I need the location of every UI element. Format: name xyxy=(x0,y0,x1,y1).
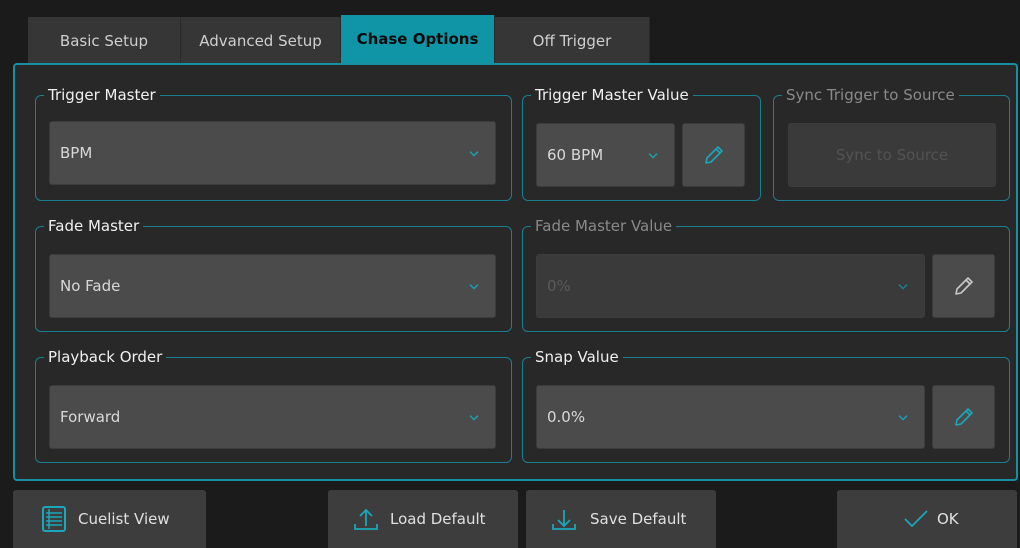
trigger-master-value: BPM xyxy=(60,144,93,162)
fade-master-value-group: Fade Master Value 0% xyxy=(522,216,1010,332)
load-default-label: Load Default xyxy=(390,510,486,528)
sync-trigger-group: Sync Trigger to Source Sync to Source xyxy=(773,85,1010,201)
playback-order-group: Playback Order Forward xyxy=(35,347,512,463)
download-icon xyxy=(552,510,576,530)
trigger-master-value-group: Trigger Master Value 60 BPM xyxy=(522,85,761,201)
chevron-down-icon xyxy=(469,151,479,157)
pencil-icon xyxy=(704,146,723,164)
trigger-master-select[interactable]: BPM xyxy=(49,121,496,185)
checkmark-icon xyxy=(904,510,928,528)
chase-options-panel: Trigger Master BPM Trigger Master Value … xyxy=(13,63,1018,481)
edit-snap-value-button[interactable] xyxy=(932,385,995,449)
tab-off-trigger[interactable]: Off Trigger xyxy=(495,17,650,63)
playback-order-value: Forward xyxy=(60,408,121,426)
list-icon xyxy=(42,506,66,532)
pencil-icon xyxy=(954,277,973,295)
fade-master-value-label: Fade Master Value xyxy=(531,216,677,236)
pencil-icon xyxy=(954,408,973,426)
tab-chase-options[interactable]: Chase Options xyxy=(341,15,495,63)
tab-advanced-setup[interactable]: Advanced Setup xyxy=(181,17,341,63)
sync-trigger-label: Sync Trigger to Source xyxy=(782,85,959,105)
upload-icon xyxy=(354,508,378,530)
fade-master-value-text: 0% xyxy=(547,277,571,295)
fade-master-value-select[interactable]: 0% xyxy=(536,254,925,318)
snap-value-group: Snap Value 0.0% xyxy=(522,347,1010,463)
fade-master-value: No Fade xyxy=(60,277,121,295)
fade-master-select[interactable]: No Fade xyxy=(49,254,496,318)
chevron-down-icon xyxy=(898,284,908,290)
trigger-master-group: Trigger Master BPM xyxy=(35,85,512,201)
chevron-down-icon xyxy=(469,284,479,290)
sync-to-source-label: Sync to Source xyxy=(835,146,949,164)
chevron-down-icon xyxy=(898,415,908,421)
sync-to-source-button[interactable]: Sync to Source xyxy=(788,123,996,187)
edit-trigger-value-button[interactable] xyxy=(682,123,745,187)
trigger-master-value-text: 60 BPM xyxy=(547,146,604,164)
tab-basic-setup[interactable]: Basic Setup xyxy=(28,17,181,63)
chevron-down-icon xyxy=(648,153,658,159)
snap-value-label: Snap Value xyxy=(531,347,623,367)
cuelist-view-label: Cuelist View xyxy=(78,510,170,528)
edit-fade-value-button[interactable] xyxy=(932,254,995,318)
ok-button[interactable]: OK xyxy=(837,490,1017,548)
trigger-master-value-select[interactable]: 60 BPM xyxy=(536,123,675,187)
trigger-master-label: Trigger Master xyxy=(44,85,160,105)
chevron-down-icon xyxy=(469,415,479,421)
playback-order-select[interactable]: Forward xyxy=(49,385,496,449)
snap-value-text: 0.0% xyxy=(547,408,586,426)
save-default-label: Save Default xyxy=(590,510,687,528)
cuelist-view-button[interactable]: Cuelist View xyxy=(13,490,206,548)
fade-master-label: Fade Master xyxy=(44,216,144,236)
save-default-button[interactable]: Save Default xyxy=(526,490,716,548)
playback-order-label: Playback Order xyxy=(44,347,167,367)
ok-label: OK xyxy=(937,510,959,528)
tab-bar: Basic Setup Advanced Setup Chase Options… xyxy=(28,15,650,63)
load-default-button[interactable]: Load Default xyxy=(328,490,518,548)
snap-value-select[interactable]: 0.0% xyxy=(536,385,925,449)
trigger-master-value-label: Trigger Master Value xyxy=(531,85,693,105)
fade-master-group: Fade Master No Fade xyxy=(35,216,512,332)
